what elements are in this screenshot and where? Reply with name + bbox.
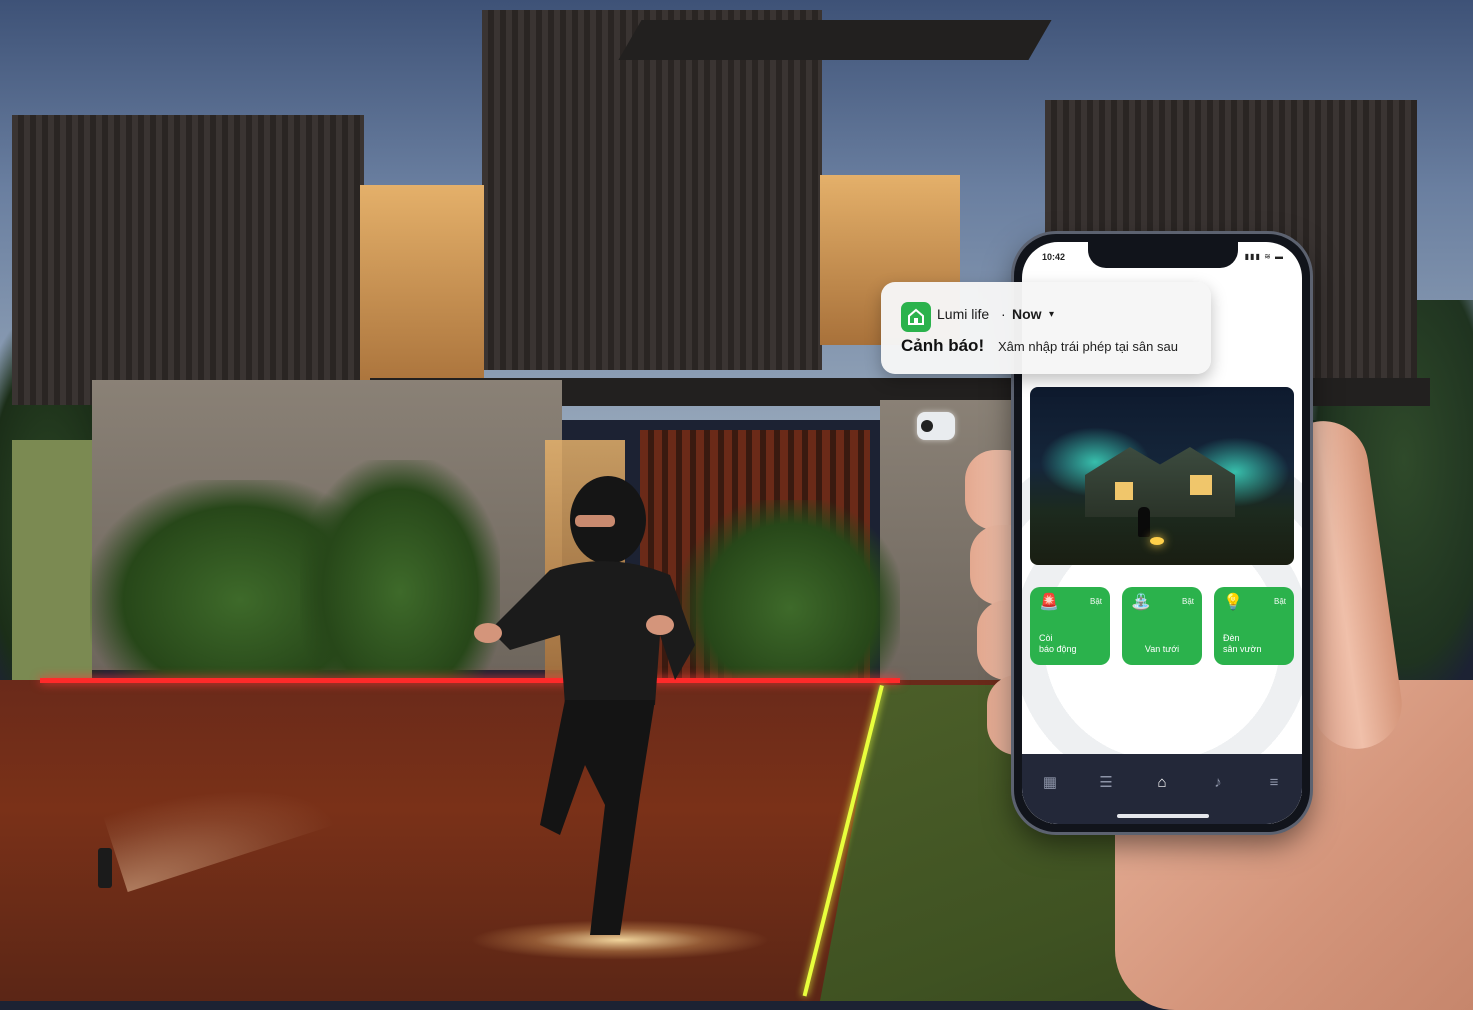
left-window (360, 185, 484, 395)
device-controls: 🚨 Bật Còi báo động ⛲ Bật Van tưới 💡 Bật … (1030, 587, 1294, 667)
notification-time: Now (1012, 306, 1042, 322)
lumi-app-icon (901, 302, 931, 332)
security-camera-icon (917, 412, 955, 440)
chevron-down-icon[interactable]: ▾ (1049, 309, 1054, 320)
rooms-icon[interactable]: ☰ (1092, 768, 1120, 796)
garage-opening (12, 440, 92, 680)
push-notification[interactable]: Lumi life · Now ▾ Cảnh báo! Xâm nhập trá… (881, 282, 1211, 374)
house-left-wing (12, 115, 364, 405)
bottom-nav: ▦ ☰ ⌂ ♪ ≡ (1022, 754, 1302, 824)
siren-label: Còi báo động (1039, 633, 1077, 654)
sprinkler-tile[interactable]: ⛲ Bật Van tưới (1122, 587, 1202, 665)
menu-icon[interactable]: ≡ (1260, 768, 1288, 796)
sprinkler-head (98, 848, 112, 888)
roof-overhang (618, 20, 1052, 60)
feed-spotlight (1150, 537, 1164, 545)
phone-notch (1088, 242, 1238, 268)
garden-light-icon: 💡 (1223, 594, 1243, 611)
notification-body: Xâm nhập trái phép tại sân sau (998, 339, 1178, 354)
notification-separator: · (1001, 306, 1006, 322)
sprinkler-icon: ⛲ (1131, 594, 1151, 611)
siren-icon: 🚨 (1039, 594, 1059, 611)
status-time: 10:42 (1042, 252, 1066, 262)
garden-light-label: Đèn sân vườn (1223, 633, 1262, 654)
notification-app-name: Lumi life (937, 306, 990, 322)
feed-intruder (1138, 507, 1150, 537)
garden-light-tile[interactable]: 💡 Bật Đèn sân vườn (1214, 587, 1294, 665)
home-icon[interactable]: ⌂ (1148, 768, 1176, 796)
camera-feed[interactable] (1030, 387, 1294, 565)
garden-light-state: Bật (1273, 597, 1286, 606)
feed-window-2 (1190, 475, 1212, 495)
siren-state: Bật (1089, 597, 1102, 606)
feed-window-1 (1115, 482, 1133, 500)
siren-tile[interactable]: 🚨 Bật Còi báo động (1030, 587, 1110, 665)
sprinkler-state: Bật (1181, 597, 1194, 606)
house-center-tower (482, 10, 822, 370)
sprinkler-label: Van tưới (1144, 644, 1180, 654)
intruder-figure (474, 476, 695, 935)
notification-title: Cảnh báo! (901, 336, 985, 355)
home-indicator (1117, 814, 1209, 818)
dashboard-icon[interactable]: ▦ (1036, 768, 1064, 796)
music-icon[interactable]: ♪ (1204, 768, 1232, 796)
status-icons: ▮▮▮ ≋ ▬ (1244, 252, 1284, 261)
